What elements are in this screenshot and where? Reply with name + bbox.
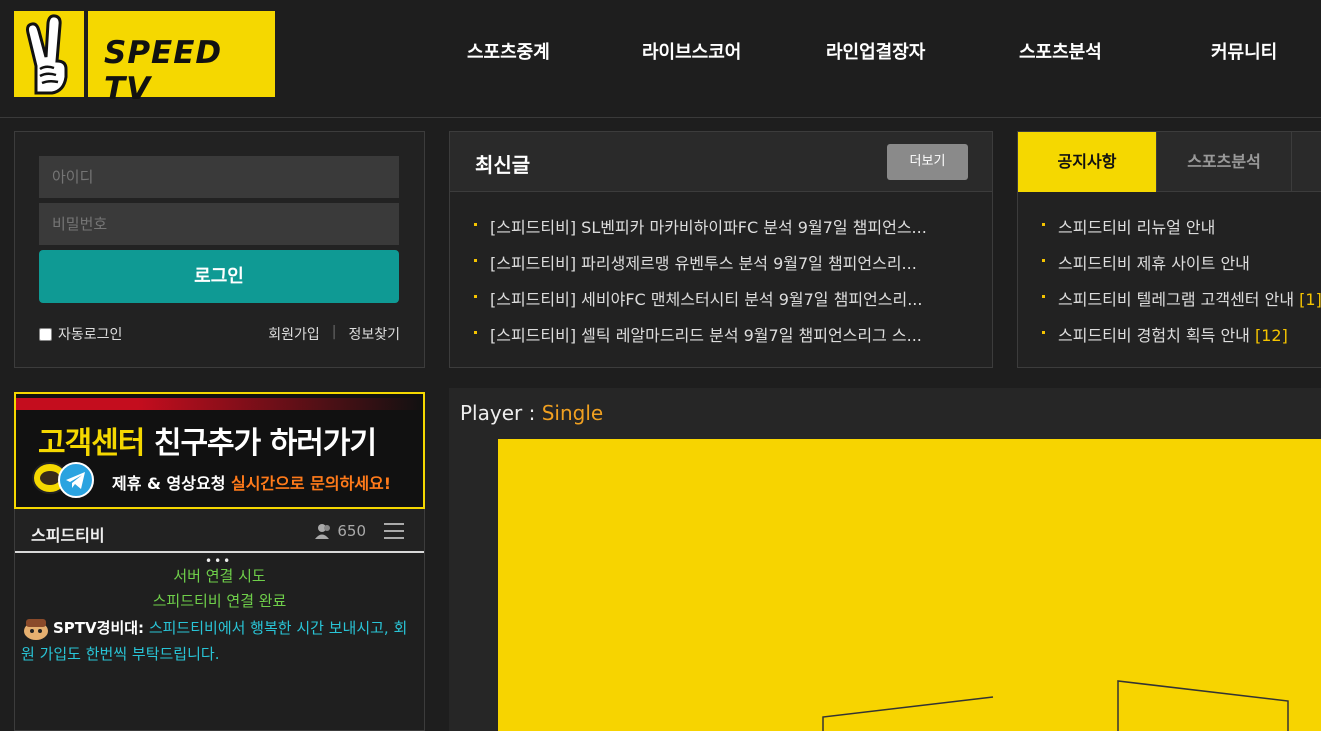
chat-room-name: 스피드티비	[31, 526, 105, 545]
comment-count: [12]	[1255, 326, 1288, 345]
notice-item[interactable]: 스피드티비 리뉴얼 안내	[1042, 214, 1321, 250]
chat-username[interactable]: SPTV경비대:	[53, 619, 144, 637]
notice-item[interactable]: 스피드티비 경험치 획득 안내 [12]	[1042, 322, 1321, 358]
banner-sub-highlight: 실시간으로 문의하세요!	[230, 474, 392, 493]
kakao-telegram-icon	[32, 462, 94, 498]
notice-item[interactable]: 스피드티비 텔레그램 고객센터 안내 [1]	[1042, 286, 1321, 322]
chat-header: 스피드티비 650	[15, 509, 424, 553]
post-list: [스피드티비] SL벤피카 마카비하이파FC 분석 9월7일 챔피언스... […	[474, 214, 964, 358]
tab-sports-analysis[interactable]: 스포츠분석	[1156, 132, 1292, 192]
notice-text: 스피드티비 경험치 획득 안내	[1058, 326, 1250, 345]
more-button[interactable]: 더보기	[887, 144, 968, 180]
login-button[interactable]: 로그인	[39, 250, 399, 303]
notice-item[interactable]: 스피드티비 제휴 사이트 안내	[1042, 250, 1321, 286]
site-header: SPEED TV 스포츠중계 라이브스코어 라인업결장자 스포츠분석 커뮤니티	[0, 0, 1321, 118]
player-mode[interactable]: Single	[542, 401, 603, 425]
notice-text: 스피드티비 제휴 사이트 안내	[1058, 254, 1250, 273]
chat-panel: 스피드티비 650 ••• 서버 연결 시도 스피드티비 연결 완료 SPTV경…	[14, 509, 425, 731]
post-item[interactable]: [스피드티비] SL벤피카 마카비하이파FC 분석 9월7일 챔피언스...	[474, 214, 964, 250]
latest-posts-header: 최신글 더보기	[450, 132, 992, 192]
nav-community[interactable]: 커뮤니티	[1211, 38, 1277, 68]
notice-list: 스피드티비 리뉴얼 안내 스피드티비 제휴 사이트 안내 스피드티비 텔레그램 …	[1042, 214, 1321, 358]
chat-message: SPTV경비대: 스피드티비에서 행복한 시간 보내시고, 회원 가입도 한번씩…	[21, 615, 419, 667]
nav-sports-analysis[interactable]: 스포츠분석	[1019, 38, 1102, 68]
notice-panel: 공지사항 스포츠분석 스피드티비 리뉴얼 안내 스피드티비 제휴 사이트 안내 …	[1017, 131, 1321, 368]
nav-live-score[interactable]: 라이브스코어	[642, 38, 741, 68]
customer-center-banner[interactable]: 고객센터 친구추가 하러가기 제휴 & 영상요청 실시간으로 문의하세요!	[14, 392, 425, 509]
banner-stripe	[16, 398, 423, 410]
account-links: 회원가입 | 정보찾기	[268, 324, 400, 344]
user-count-value: 650	[337, 522, 366, 540]
auto-login-checkbox[interactable]	[39, 327, 52, 341]
chat-user-count[interactable]: 650	[315, 522, 366, 540]
nav-lineup[interactable]: 라인업결장자	[826, 38, 925, 68]
site-logo[interactable]: SPEED TV	[14, 11, 275, 107]
menu-icon[interactable]	[384, 523, 404, 539]
link-divider: |	[331, 324, 337, 340]
post-item[interactable]: [스피드티비] 파리생제르맹 유벤투스 분석 9월7일 챔피언스리...	[474, 250, 964, 286]
comment-count: [1]	[1299, 290, 1321, 309]
latest-posts-title: 최신글	[475, 153, 531, 177]
nav-sports-broadcast[interactable]: 스포츠중계	[467, 38, 550, 68]
auto-login-label: 자동로그인	[58, 327, 123, 343]
peace-hand-icon	[14, 11, 88, 97]
latest-posts-panel: 최신글 더보기 [스피드티비] SL벤피카 마카비하이파FC 분석 9월7일 챔…	[449, 131, 993, 368]
video-screen[interactable]	[498, 439, 1321, 731]
users-icon	[315, 524, 331, 539]
banner-title: 고객센터 친구추가 하러가기	[38, 418, 377, 462]
banner-sub-plain: 제휴 & 영상요청	[112, 474, 231, 493]
auto-login[interactable]: 자동로그인	[39, 324, 122, 344]
banner-title-rest: 친구추가 하러가기	[144, 426, 377, 461]
player-label: Player : Single	[460, 401, 603, 425]
post-item[interactable]: [스피드티비] 셀틱 레알마드리드 분석 9월7일 챔피언스리그 스...	[474, 322, 964, 358]
video-player: Player : Single	[449, 388, 1321, 731]
tab-bar-filler	[1292, 132, 1321, 192]
password-input[interactable]	[39, 203, 399, 245]
banner-title-highlight: 고객센터	[38, 426, 145, 461]
find-info-link[interactable]: 정보찾기	[348, 324, 400, 344]
video-frame-graphic	[822, 680, 1289, 731]
user-avatar-icon	[24, 618, 48, 640]
join-link[interactable]: 회원가입	[268, 324, 320, 344]
notice-text: 스피드티비 리뉴얼 안내	[1058, 218, 1216, 237]
notice-text: 스피드티비 텔레그램 고객센터 안내	[1058, 290, 1295, 309]
tab-notice[interactable]: 공지사항	[1018, 132, 1156, 192]
banner-subtitle: 제휴 & 영상요청 실시간으로 문의하세요!	[112, 470, 391, 494]
system-message: 서버 연결 시도	[173, 567, 266, 585]
login-panel: 로그인 자동로그인 회원가입 | 정보찾기	[14, 131, 425, 368]
system-message: 스피드티비 연결 완료	[152, 592, 287, 610]
player-label-text: Player :	[460, 401, 542, 425]
logo-text: SPEED TV	[104, 35, 223, 107]
id-input[interactable]	[39, 156, 399, 198]
post-item[interactable]: [스피드티비] 세비야FC 맨체스터시티 분석 9월7일 챔피언스리...	[474, 286, 964, 322]
